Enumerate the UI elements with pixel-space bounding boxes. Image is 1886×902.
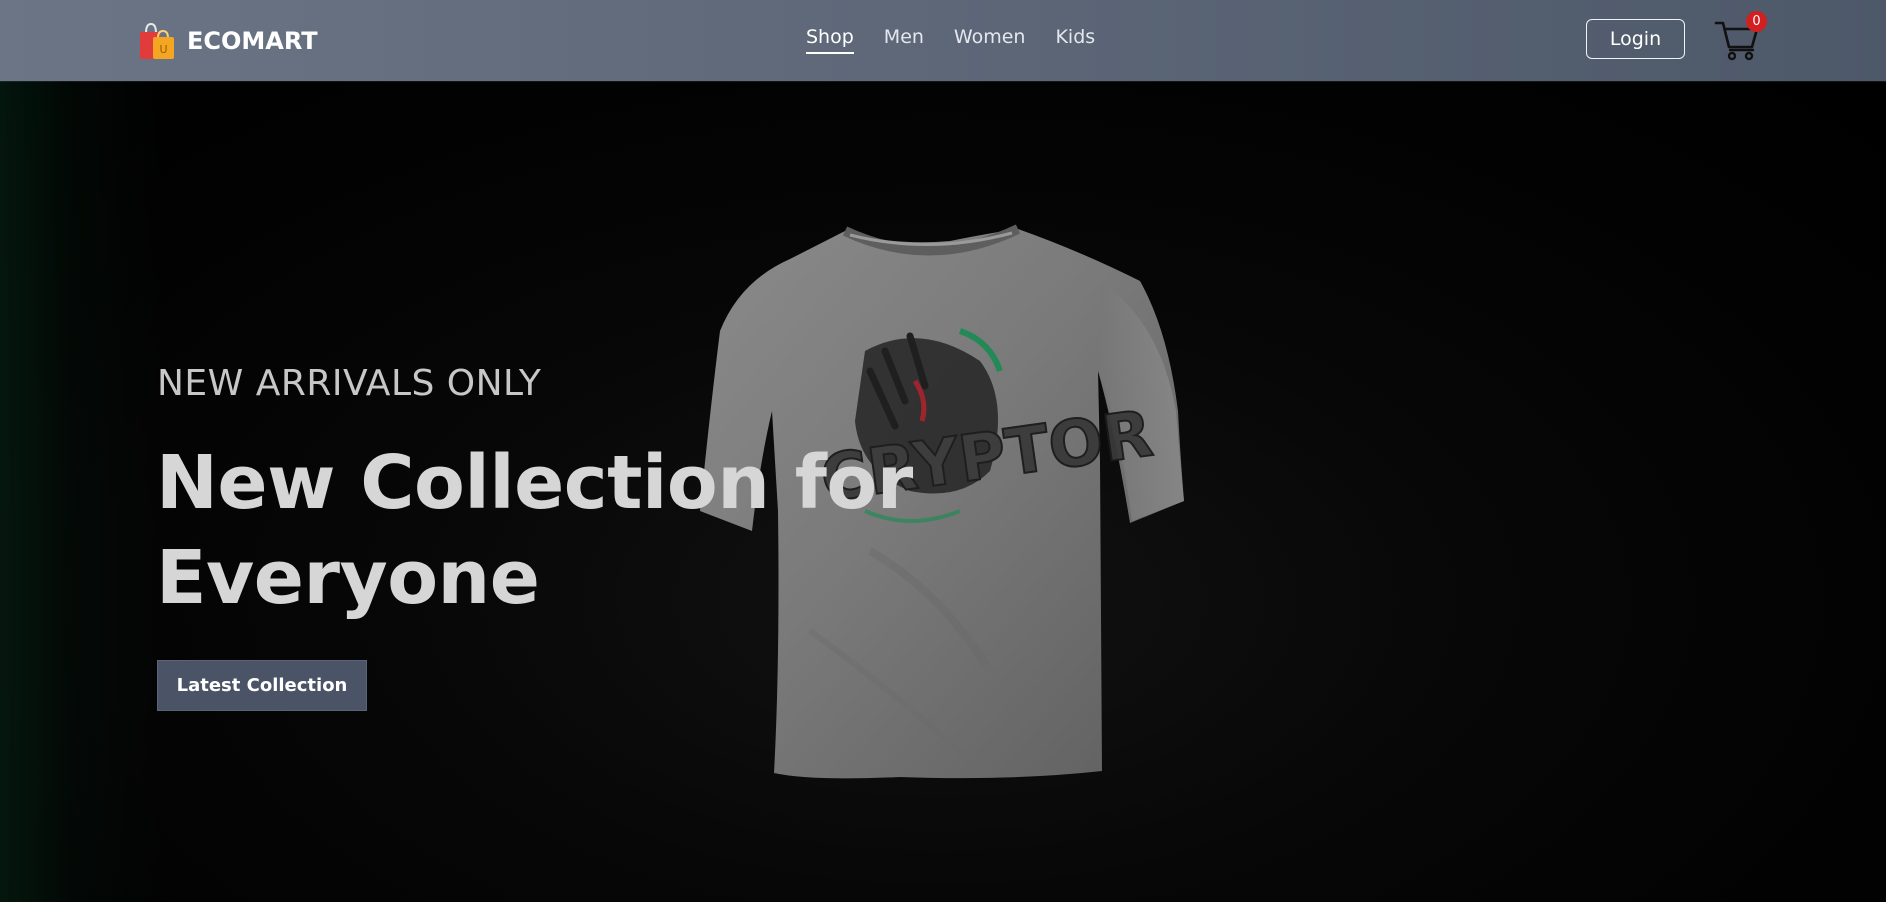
svg-text:U: U	[159, 43, 167, 56]
shopping-bag-logo-icon: U	[138, 21, 177, 61]
nav-link-kids[interactable]: Kids	[1055, 26, 1095, 54]
nav-link-women[interactable]: Women	[954, 26, 1026, 54]
brand[interactable]: U ECOMART	[138, 21, 318, 61]
nav-link-shop[interactable]: Shop	[806, 26, 854, 54]
latest-collection-button[interactable]: Latest Collection	[157, 660, 367, 711]
login-button[interactable]: Login	[1586, 19, 1685, 59]
main-nav: Shop Men Women Kids	[806, 26, 1125, 54]
top-navbar: U ECOMART Shop Men Women Kids Login 0	[0, 0, 1886, 81]
cart-count-badge: 0	[1746, 11, 1767, 32]
hero-headline: New Collection for Everyone	[156, 440, 913, 621]
nav-link-men[interactable]: Men	[884, 26, 924, 54]
hero-eyebrow: NEW ARRIVALS ONLY	[157, 363, 542, 404]
hero-banner: CRYPTOR NEW ARRIVALS ONLY New Collection…	[0, 81, 1886, 902]
brand-name: ECOMART	[187, 27, 318, 55]
cart-button[interactable]: 0	[1714, 11, 1767, 62]
